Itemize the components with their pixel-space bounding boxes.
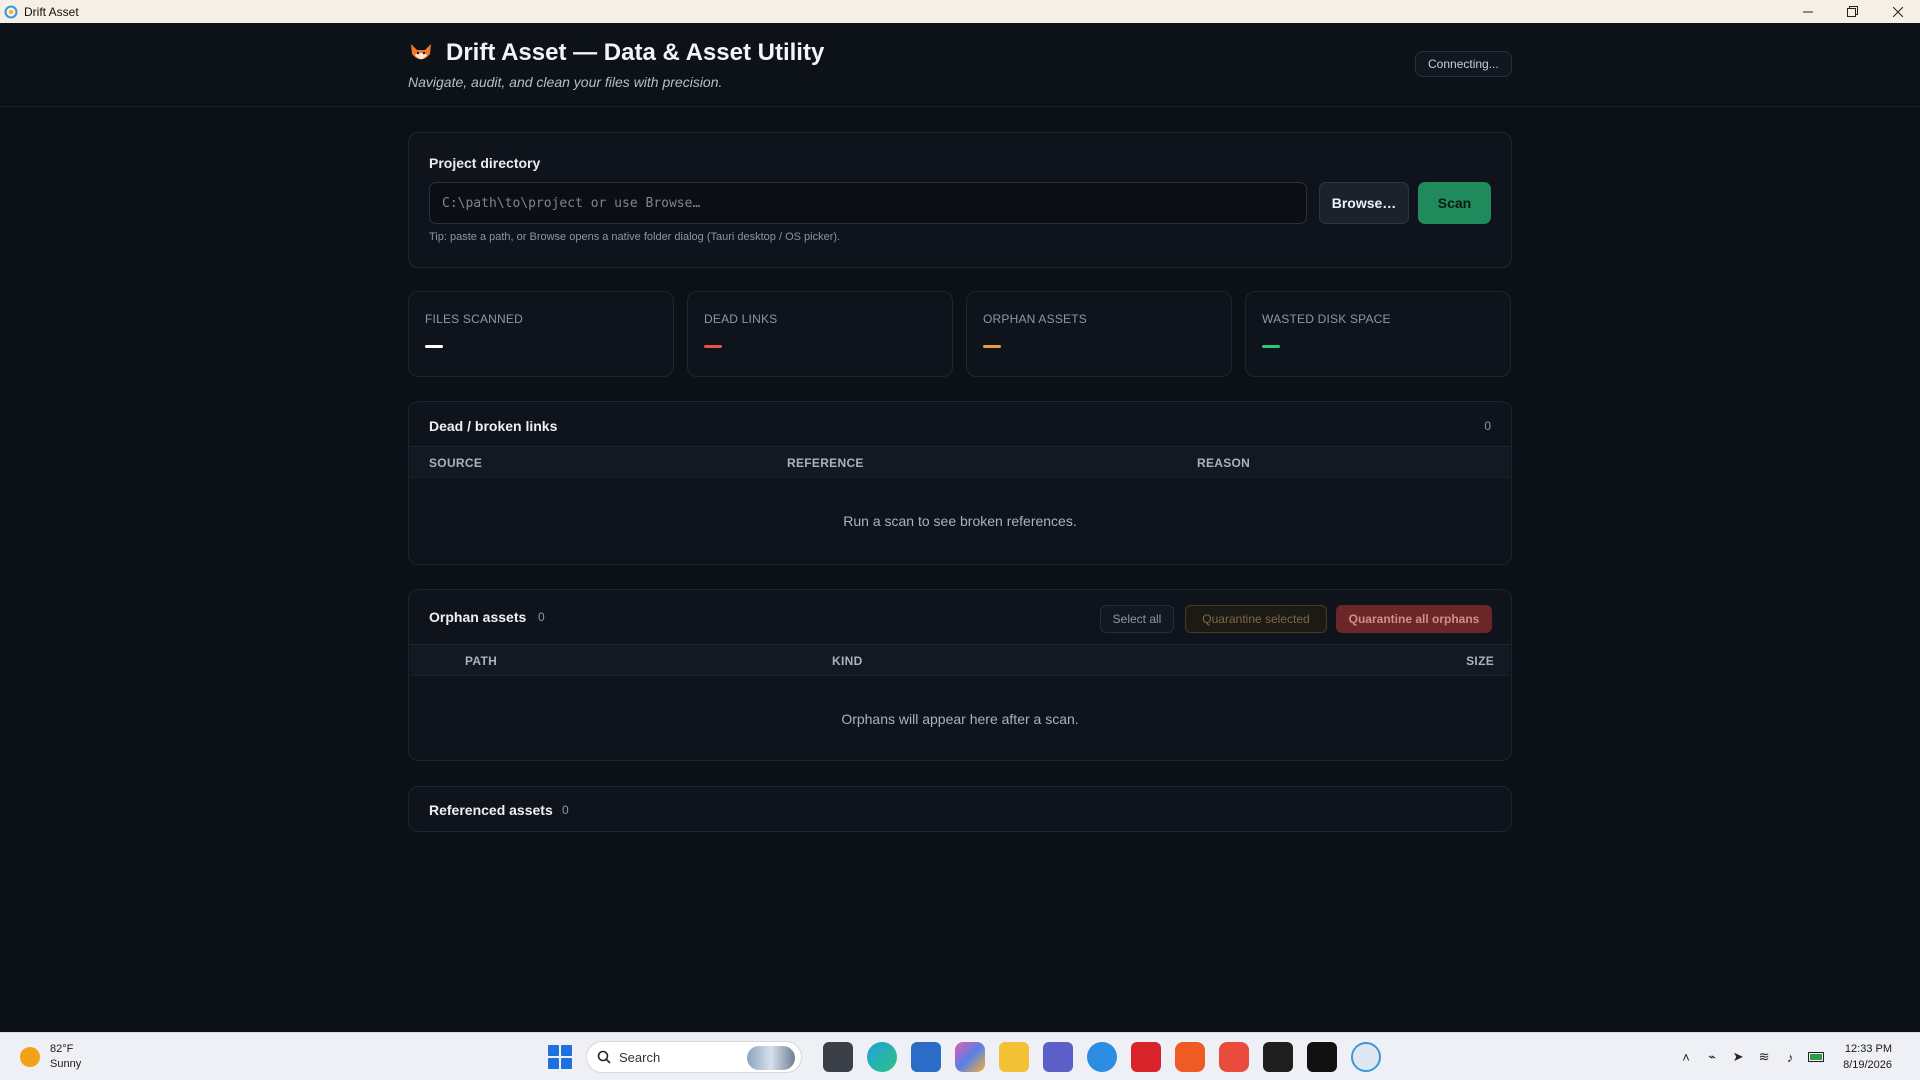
- page-subtitle: Navigate, audit, and clean your files wi…: [408, 74, 723, 90]
- drift-asset-app-icon[interactable]: [1351, 1042, 1381, 1072]
- orphan-assets-title: Orphan assets: [429, 609, 527, 625]
- scan-button[interactable]: Scan: [1418, 182, 1491, 224]
- app-header: Drift Asset — Data & Asset Utility Navig…: [0, 23, 1920, 107]
- cursor-app-icon[interactable]: [1307, 1042, 1337, 1072]
- onedrive-icon[interactable]: [1087, 1042, 1117, 1072]
- path-tip: Tip: paste a path, or Browse opens a nat…: [429, 231, 841, 243]
- app-icon: [4, 5, 18, 19]
- column-header-reference[interactable]: REFERENCE: [787, 456, 864, 470]
- fox-logo-icon: [408, 40, 434, 66]
- brand: Drift Asset — Data & Asset Utility Navig…: [408, 39, 824, 90]
- column-header-source[interactable]: SOURCE: [429, 456, 482, 470]
- copilot-icon[interactable]: [955, 1042, 985, 1072]
- taskbar-apps: Search: [548, 1041, 1388, 1073]
- wps-icon[interactable]: [1131, 1042, 1161, 1072]
- network-status-icon[interactable]: ⌁: [1704, 1049, 1720, 1065]
- referenced-assets-count: 0: [562, 803, 569, 817]
- search-label: Search: [619, 1049, 661, 1065]
- orphan-assets-card: Orphan assets 0 Select all Quarantine se…: [408, 589, 1512, 761]
- chevron-up-icon[interactable]: ˄: [1678, 1049, 1694, 1065]
- stat-label: DEAD LINKS: [704, 312, 778, 326]
- location-icon[interactable]: ➤: [1730, 1049, 1746, 1065]
- window-titlebar: Drift Asset: [0, 0, 1920, 23]
- dead-links-title: Dead / broken links: [429, 418, 558, 434]
- stat-empty-value: [983, 345, 1001, 348]
- connection-status-badge: Connecting...: [1415, 51, 1512, 77]
- referenced-assets-card[interactable]: Referenced assets 0: [408, 786, 1512, 832]
- orphan-assets-count: 0: [538, 610, 545, 624]
- orphan-assets-empty-state: Orphans will appear here after a scan.: [841, 711, 1079, 727]
- stat-empty-value: [425, 345, 443, 348]
- stat-orphan-assets: ORPHAN ASSETS: [966, 291, 1232, 377]
- brave-beta-icon[interactable]: [1219, 1042, 1249, 1072]
- minimize-icon[interactable]: [1785, 0, 1830, 23]
- volume-icon[interactable]: ♪: [1782, 1049, 1798, 1065]
- stat-files-scanned: FILES SCANNED: [408, 291, 674, 377]
- dead-links-empty-state: Run a scan to see broken references.: [843, 513, 1077, 529]
- quarantine-all-orphans-button[interactable]: Quarantine all orphans: [1336, 605, 1492, 633]
- terminal-icon[interactable]: [1263, 1042, 1293, 1072]
- column-header-path[interactable]: PATH: [465, 654, 497, 668]
- taskbar: 82°F Sunny Search ˄ ⌁ ➤ ≋ ♪ 12:33 PM 8/1…: [0, 1032, 1920, 1080]
- dead-links-count: 0: [1484, 419, 1491, 433]
- stat-label: ORPHAN ASSETS: [983, 312, 1087, 326]
- restore-icon[interactable]: [1830, 0, 1875, 23]
- browse-button[interactable]: Browse…: [1319, 182, 1409, 224]
- referenced-assets-title: Referenced assets: [429, 802, 553, 818]
- teams-icon[interactable]: [1043, 1042, 1073, 1072]
- clock-date: 8/19/2026: [1843, 1059, 1892, 1071]
- clock[interactable]: 12:33 PM 8/19/2026: [1843, 1041, 1892, 1073]
- battery-icon[interactable]: [1808, 1049, 1825, 1065]
- stat-empty-value: [704, 345, 722, 348]
- select-all-button[interactable]: Select all: [1100, 605, 1174, 633]
- app-title-row: Drift Asset — Data & Asset Utility: [408, 39, 824, 67]
- project-directory-card: Project directory Browse… Scan Tip: past…: [408, 132, 1512, 268]
- window-title: Drift Asset: [24, 4, 79, 19]
- weather-temperature: 82°F: [50, 1043, 74, 1055]
- weather-widget[interactable]: 82°F Sunny: [20, 1042, 81, 1072]
- stat-dead-links: DEAD LINKS: [687, 291, 953, 377]
- task-view-icon[interactable]: [823, 1042, 853, 1072]
- windows-start-icon[interactable]: [548, 1045, 572, 1069]
- stat-label: WASTED DISK SPACE: [1262, 312, 1391, 326]
- store-icon[interactable]: [911, 1042, 941, 1072]
- stat-empty-value: [1262, 345, 1280, 348]
- close-icon[interactable]: [1875, 0, 1920, 23]
- project-path-input[interactable]: [429, 182, 1307, 224]
- column-header-reason[interactable]: REASON: [1197, 456, 1250, 470]
- project-directory-label: Project directory: [429, 155, 541, 171]
- dead-links-table-header: SOURCE REFERENCE REASON: [410, 446, 1510, 478]
- clock-time: 12:33 PM: [1844, 1043, 1892, 1055]
- column-header-kind[interactable]: KIND: [832, 654, 863, 668]
- weather-description: Sunny: [50, 1058, 82, 1070]
- file-explorer-icon[interactable]: [999, 1042, 1029, 1072]
- search-icon: [597, 1050, 611, 1064]
- orphan-assets-table-header: PATH KIND SIZE: [410, 644, 1510, 676]
- stat-wasted-disk-space: WASTED DISK SPACE: [1245, 291, 1511, 377]
- quarantine-selected-button[interactable]: Quarantine selected: [1185, 605, 1327, 633]
- brave-icon[interactable]: [1175, 1042, 1205, 1072]
- system-tray: ˄ ⌁ ➤ ≋ ♪ 12:33 PM 8/19/2026: [1673, 1033, 1920, 1080]
- stat-label: FILES SCANNED: [425, 312, 523, 326]
- wifi-icon[interactable]: ≋: [1756, 1049, 1772, 1065]
- search-highlight-icon: [747, 1046, 795, 1070]
- edge-icon[interactable]: [867, 1042, 897, 1072]
- sun-icon: [20, 1047, 40, 1067]
- dead-links-card: Dead / broken links 0 SOURCE REFERENCE R…: [408, 401, 1512, 565]
- taskbar-search[interactable]: Search: [586, 1041, 802, 1073]
- page-title: Drift Asset — Data & Asset Utility: [446, 39, 825, 66]
- column-header-size[interactable]: SIZE: [1466, 654, 1494, 668]
